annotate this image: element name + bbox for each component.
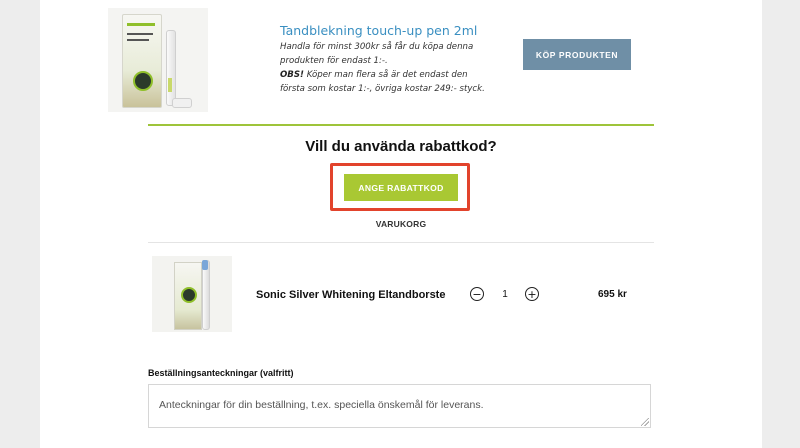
upsell-description-line1: Handla för minst 300kr så får du köpa de… (280, 42, 474, 66)
upsell-title[interactable]: Tandblekning touch-up pen 2ml (280, 23, 477, 38)
upsell-description-line2: Köper man flera så är det endast den för… (280, 70, 485, 94)
increase-quantity-button[interactable]: + (525, 287, 539, 301)
section-divider (148, 124, 654, 126)
decrease-quantity-button[interactable]: − (470, 287, 484, 301)
upsell-description: Handla för minst 300kr så får du köpa de… (280, 40, 490, 96)
quantity-value: 1 (502, 289, 508, 300)
toothbrush-icon (202, 260, 210, 330)
cart-divider (148, 242, 654, 243)
enter-coupon-button[interactable]: ANGE RABATTKOD (344, 174, 458, 201)
upsell-product-image (108, 8, 208, 112)
obs-label: OBS! (280, 70, 304, 80)
cart-label: VARUKORG (375, 219, 427, 229)
buy-product-button[interactable]: KÖP PRODUKTEN (523, 39, 631, 70)
cart-item-name[interactable]: Sonic Silver Whitening Eltandborste (256, 289, 445, 301)
product-box (122, 14, 162, 108)
order-notes-field[interactable] (148, 384, 651, 428)
cart-item-price: 695 kr (598, 289, 627, 300)
order-notes-label: Beställningsanteckningar (valfritt) (148, 368, 294, 378)
toothbrush-box (174, 262, 202, 330)
cart-item-image[interactable] (152, 256, 232, 332)
pen-icon (166, 30, 176, 106)
resize-handle-icon[interactable] (641, 418, 649, 426)
coupon-heading: Vill du använda rabattkod? (305, 138, 497, 155)
